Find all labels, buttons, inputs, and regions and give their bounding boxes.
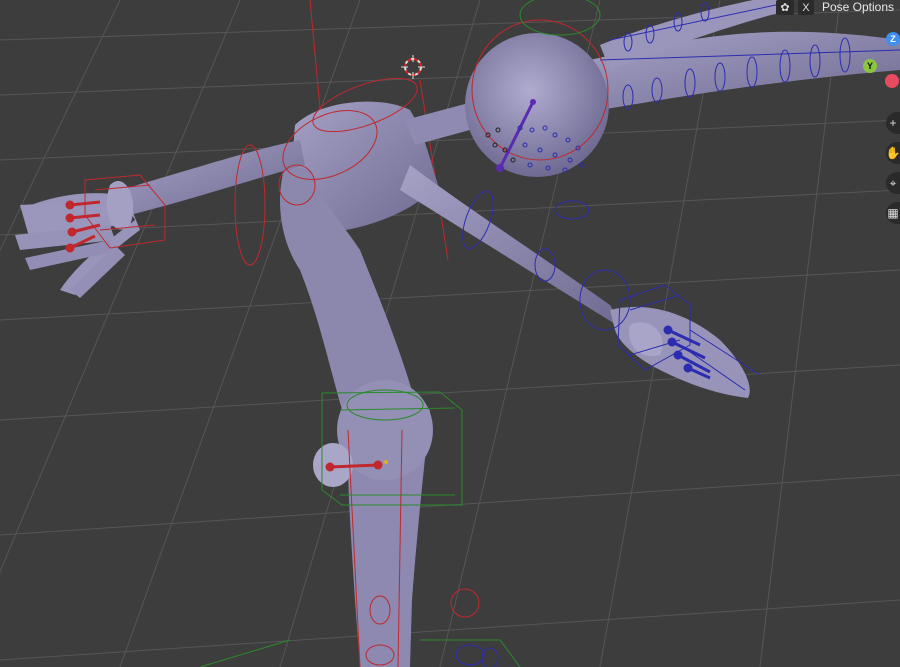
viewport-navigation-tools: + ✋ ⌖ ▦	[886, 112, 900, 232]
close-button[interactable]: X	[797, 0, 814, 15]
navigation-gizmo[interactable]: Z Y	[860, 26, 900, 106]
3d-viewport[interactable]: ✿ X Pose Options Z Y + ✋ ⌖ ▦	[0, 0, 900, 667]
scene	[0, 0, 900, 667]
3d-cursor[interactable]	[401, 55, 425, 79]
z-axis-handle[interactable]: Z	[886, 32, 900, 46]
camera-icon[interactable]: ⌖	[886, 172, 900, 194]
zoom-in-icon[interactable]: +	[886, 112, 900, 134]
right-bones	[455, 191, 761, 667]
right-upper-arm-mesh	[590, 0, 900, 110]
pose-options-label[interactable]: Pose Options	[818, 0, 900, 15]
hand-pan-icon[interactable]: ✋	[886, 142, 900, 164]
grid-view-icon[interactable]: ▦	[886, 202, 900, 224]
x-axis-handle[interactable]	[885, 74, 899, 88]
header-bar: ✿ X Pose Options	[775, 0, 900, 15]
y-axis-handle[interactable]: Y	[863, 59, 877, 73]
pose-mode-icon[interactable]: ✿	[775, 0, 794, 15]
floor-grid	[0, 0, 900, 667]
